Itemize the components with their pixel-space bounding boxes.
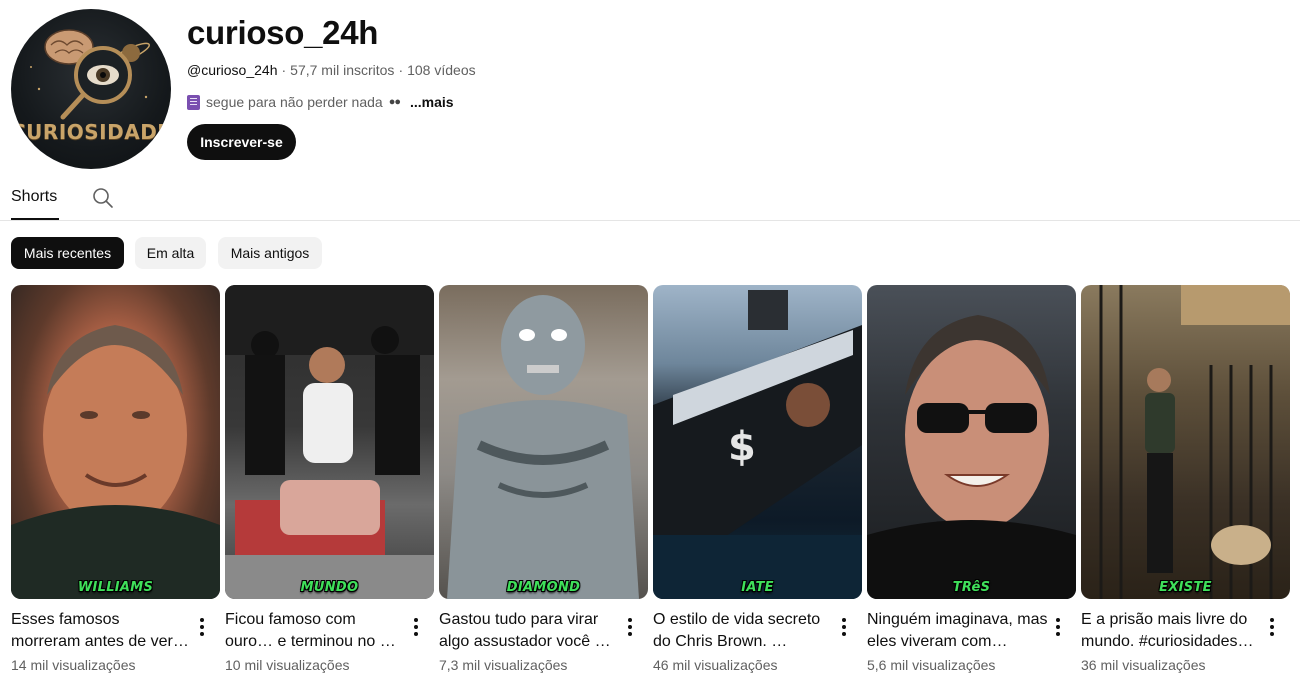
short-thumbnail[interactable]: WILLIAMS <box>11 285 220 599</box>
thumbnail-image <box>11 325 220 599</box>
channel-handle: @curioso_24h <box>187 62 278 78</box>
svg-text:$: $ <box>728 424 756 470</box>
thumbnail-image <box>1099 285 1290 599</box>
short-card: EXISTE E a prisão mais livre do mundo. #… <box>1081 285 1290 680</box>
chip-most-recent[interactable]: Mais recentes <box>11 237 124 269</box>
short-views: 7,3 mil visualizações <box>439 657 568 673</box>
description-text: segue para não perder nada <box>206 94 383 110</box>
more-options-icon[interactable] <box>1052 616 1064 638</box>
more-options-icon[interactable] <box>1266 616 1278 638</box>
thumbnail-caption: IATE <box>741 580 774 595</box>
thumbnail-caption: DIAMOND <box>506 580 581 595</box>
short-thumbnail[interactable]: DIAMOND <box>439 285 648 599</box>
short-thumbnail[interactable]: EXISTE <box>1081 285 1290 599</box>
short-thumbnail[interactable]: TRêS <box>867 285 1076 599</box>
short-views: 10 mil visualizações <box>225 657 350 673</box>
short-views: 46 mil visualizações <box>653 657 778 673</box>
channel-description[interactable]: segue para não perder nada ●● ...mais <box>187 94 454 110</box>
short-card: WILLIAMS Esses famosos morreram antes de… <box>11 285 220 680</box>
more-options-icon[interactable] <box>196 616 208 638</box>
more-options-icon[interactable] <box>410 616 422 638</box>
short-card: TRêS Ninguém imaginava, mas eles viveram… <box>867 285 1076 680</box>
eyes-emoji-icon: ●● <box>388 96 401 108</box>
search-icon[interactable] <box>91 186 115 210</box>
channel-tabs: Shorts <box>0 176 1300 221</box>
avatar-logo-text: CURIOSIDADE <box>11 120 171 144</box>
thumbnail-image <box>867 315 1076 599</box>
short-title[interactable]: Esses famosos morreram antes de ver… <box>11 609 193 653</box>
short-views: 5,6 mil visualizações <box>867 657 996 673</box>
short-views: 14 mil visualizações <box>11 657 136 673</box>
more-options-icon[interactable] <box>838 616 850 638</box>
channel-name: curioso_24h <box>187 14 379 51</box>
active-tab-indicator <box>11 218 59 220</box>
short-card: $ IATE O estilo de vida secreto do Chris… <box>653 285 862 680</box>
short-thumbnail[interactable]: MUNDO <box>225 285 434 599</box>
chip-trending[interactable]: Em alta <box>135 237 206 269</box>
separator-dot: · <box>398 62 404 78</box>
channel-avatar[interactable]: CURIOSIDADE <box>11 9 171 169</box>
short-title[interactable]: E a prisão mais livre do mundo. #curiosi… <box>1081 609 1263 653</box>
thumbnail-image <box>225 285 434 599</box>
short-thumbnail[interactable]: $ IATE <box>653 285 862 599</box>
eye-brain-icon <box>30 29 150 120</box>
subscriber-count: 57,7 mil inscritos <box>290 62 395 78</box>
thumbnail-caption: EXISTE <box>1159 580 1212 595</box>
thumbnail-image: $ <box>653 290 862 599</box>
subscribe-button[interactable]: Inscrever-se <box>187 124 296 160</box>
book-emoji-icon <box>187 94 200 110</box>
short-views: 36 mil visualizações <box>1081 657 1206 673</box>
thumbnail-image <box>447 295 639 599</box>
short-title[interactable]: O estilo de vida secreto do Chris Brown.… <box>653 609 835 653</box>
channel-meta: @curioso_24h · 57,7 mil inscritos · 108 víde… <box>187 62 476 78</box>
chip-oldest[interactable]: Mais antigos <box>218 237 322 269</box>
more-link[interactable]: ...mais <box>410 94 454 110</box>
short-title[interactable]: Gastou tudo para virar algo assustador v… <box>439 609 621 653</box>
short-title[interactable]: Ficou famoso com ouro… e terminou no … <box>225 609 407 653</box>
short-card: DIAMOND Gastou tudo para virar algo assu… <box>439 285 648 680</box>
separator-dot: · <box>281 62 287 78</box>
thumbnail-caption: TRêS <box>952 580 991 595</box>
more-options-icon[interactable] <box>624 616 636 638</box>
tab-shorts[interactable]: Shorts <box>11 188 57 206</box>
short-card: MUNDO Ficou famoso com ouro… e terminou … <box>225 285 434 680</box>
thumbnail-caption: MUNDO <box>300 580 359 595</box>
thumbnail-caption: WILLIAMS <box>77 580 154 595</box>
video-count: 108 vídeos <box>407 62 476 78</box>
short-title[interactable]: Ninguém imaginava, mas eles viveram com… <box>867 609 1049 653</box>
